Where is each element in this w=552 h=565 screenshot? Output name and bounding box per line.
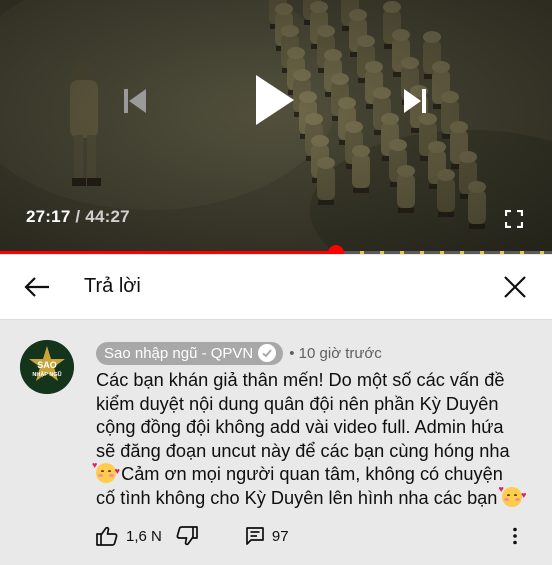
smiling-face-with-hearts-icon: ♥ ♥ [498, 484, 526, 507]
comment-meta: Sao nhập ngũ - QPVN • 10 giờ trước [96, 342, 382, 365]
smiling-face-with-hearts-icon: ♥ ♥ [92, 461, 120, 484]
reply-button[interactable]: 97 [246, 527, 289, 545]
close-icon [504, 276, 526, 298]
skip-next-icon [404, 89, 426, 113]
play-button[interactable] [246, 68, 302, 132]
avatar[interactable]: SAO NHẬP NGŨ [20, 340, 74, 394]
chapter-marker [460, 251, 464, 254]
dislike-button[interactable] [176, 526, 198, 546]
reply-header: Trả lời [0, 255, 552, 320]
next-button[interactable] [399, 84, 433, 118]
author-name: Sao nhập ngũ - QPVN [104, 344, 254, 362]
fullscreen-button[interactable] [500, 205, 528, 233]
page-title: Trả lời [84, 275, 141, 297]
comment-actions: 1,6 N 97 [96, 524, 542, 548]
chapter-marker [520, 251, 524, 254]
comment-line: kiểm duyệt nội dung quân đội nên phần Kỳ… [96, 393, 499, 414]
comment-line-text: cố tình không cho Kỳ Duyên lên hình nha … [96, 487, 498, 508]
chapter-marker [540, 251, 544, 254]
previous-button[interactable] [117, 84, 151, 118]
more-vertical-icon [513, 527, 517, 545]
comment-line: sẽ đăng đoạn uncut này để các bạn cùng h… [96, 440, 510, 461]
thumbs-down-icon [176, 526, 198, 546]
comment-timestamp: • 10 giờ trước [289, 345, 382, 362]
time-separator: / [75, 207, 81, 226]
reply-count: 97 [271, 527, 289, 545]
fullscreen-icon [505, 210, 523, 228]
comment-icon [246, 527, 264, 545]
logo-text-bottom: NHẬP NGŨ [32, 371, 61, 378]
chapter-marker [420, 251, 424, 254]
arrow-left-icon [24, 277, 49, 297]
more-options-button[interactable] [508, 524, 522, 548]
current-time: 27:17 [26, 207, 71, 226]
pinned-comment: SAO NHẬP NGŨ Sao nhập ngũ - QPVN • 10 gi… [0, 320, 552, 565]
comment-line: ♥ ♥ Cảm ơn mọi người quan tâm, không có c… [92, 461, 536, 487]
comment-line: cộng đồng đội không add vài video full. … [96, 417, 504, 438]
duration: 44:27 [85, 207, 130, 226]
like-button[interactable] [96, 526, 118, 546]
chapter-marker [500, 251, 504, 254]
progress-bar[interactable] [0, 245, 552, 254]
verified-check-icon [258, 344, 277, 362]
progress-fill [0, 251, 337, 254]
play-icon [256, 75, 294, 125]
logo-text-top: SAO [37, 360, 57, 370]
like-count: 1,6 N [126, 527, 162, 545]
thumbs-up-icon [96, 526, 118, 546]
comment-line: cố tình không cho Kỳ Duyên lên hình nha … [96, 484, 536, 511]
chapter-marker [360, 251, 364, 254]
channel-logo: SAO NHẬP NGŨ [20, 340, 74, 394]
skip-previous-icon [124, 89, 146, 113]
comment-line-text: Cảm ơn mọi người quan tâm, không có chuy… [121, 464, 503, 485]
author-badge[interactable]: Sao nhập ngũ - QPVN [96, 342, 284, 365]
back-button[interactable] [20, 271, 54, 303]
chapter-marker [440, 251, 444, 254]
time-display: 27:17 / 44:27 [26, 207, 130, 227]
comment-text: Các bạn khán giả thân mến! Do một số các… [92, 369, 536, 511]
close-button[interactable] [498, 270, 532, 304]
video-player[interactable]: 27:17 / 44:27 [0, 0, 552, 254]
chapter-marker [380, 251, 384, 254]
chapter-marker [400, 251, 404, 254]
chapter-marker [480, 251, 484, 254]
comment-line: Các bạn khán giả thân mến! Do một số các… [96, 370, 505, 390]
